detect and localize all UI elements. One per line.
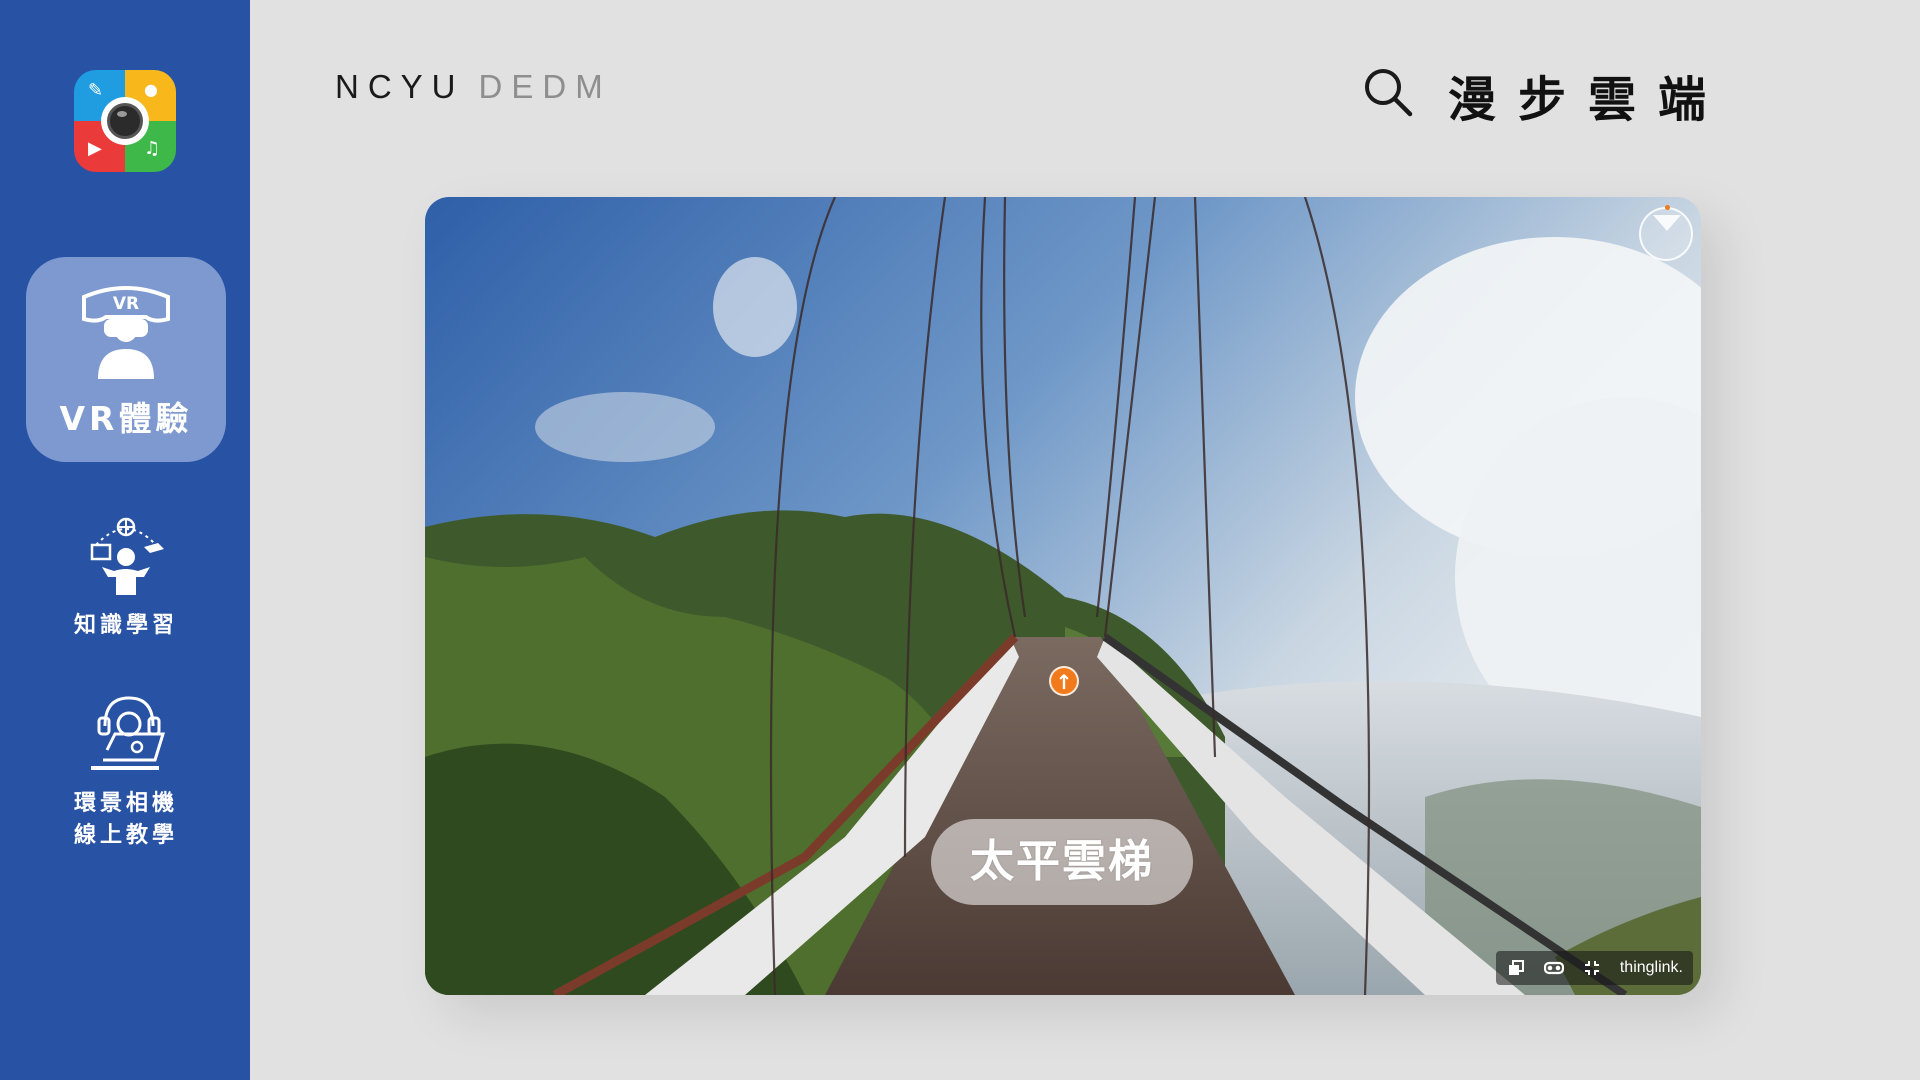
play-icon: ▶ [88,138,102,159]
fullscreen-icon[interactable] [1582,958,1602,978]
nav-label: 環景相機 線上教學 [26,788,226,852]
gallery-icon[interactable] [1506,958,1526,978]
nav-label-line2: 線上教學 [73,823,178,848]
compass-icon[interactable] [1639,205,1693,261]
navigation-hotspot-icon[interactable]: ↑ [1049,666,1079,696]
pencil-icon: ✎ [88,80,104,101]
thinglink-brand-link[interactable]: thinglink. [1620,959,1683,977]
site-title: 漫步雲端 [1448,72,1729,128]
vr-headset-icon: VR [82,286,170,379]
brand-primary: NCYU [335,68,465,105]
sidebar: ✎ ● ▶ ♫ VR VR體驗 知識學習 環景相機 線上教學 [0,0,250,1080]
brand-secondary: DEDM [478,68,612,105]
viewer-toolbar: thinglink. [1495,951,1693,985]
nav-label: 知識學習 [73,613,178,638]
search-icon[interactable] [1362,66,1414,118]
nav-knowledge-learning[interactable]: 知識學習 [26,515,226,640]
nav-label-line1: 環景相機 [73,791,178,816]
chat-icon: ● [144,80,158,99]
music-icon: ♫ [144,138,161,159]
learner-juggling-icon [90,517,164,595]
nav-panorama-camera-tutorial[interactable]: 環景相機 線上教學 [26,690,226,850]
panorama-viewer[interactable]: ↑ 太平雲梯 thinglink. [425,197,1701,995]
headset-laptop-icon [91,696,166,770]
nav-vr-experience[interactable]: VR VR體驗 [26,257,226,462]
svg-text:VR: VR [113,294,139,314]
brand-logo[interactable]: NCYU DEDM [335,68,612,106]
vr-goggles-icon[interactable] [1543,958,1564,978]
nav-label: VR體驗 [59,399,193,438]
place-label-button[interactable]: 太平雲梯 [931,819,1193,905]
app-logo-icon[interactable]: ✎ ● ▶ ♫ [74,70,176,172]
